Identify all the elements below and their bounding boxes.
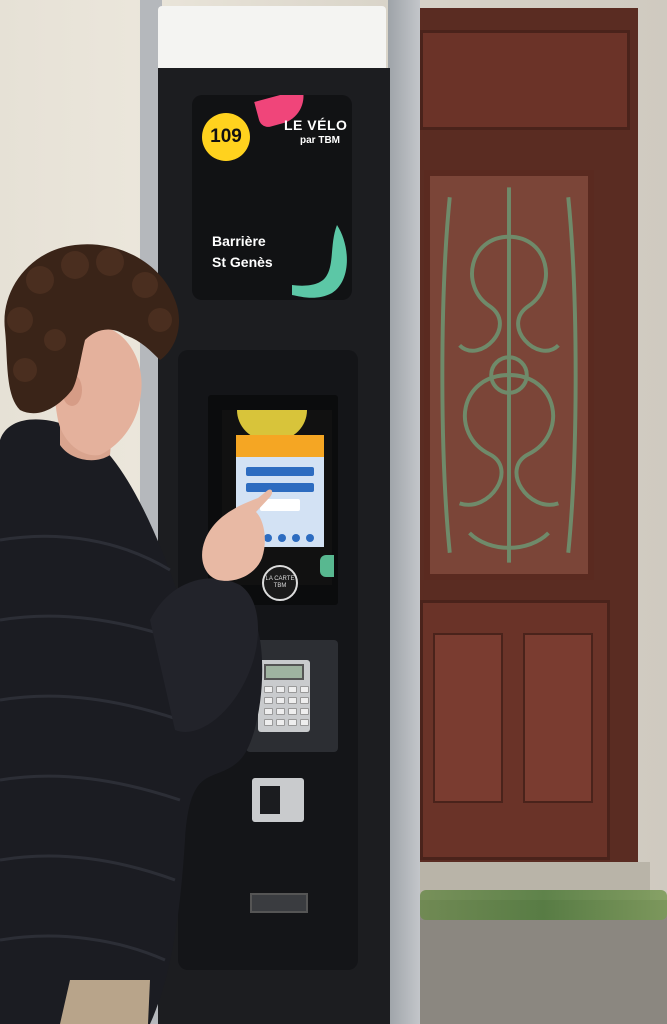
pants	[60, 980, 150, 1024]
teal-screen-accent	[320, 555, 334, 577]
keypad-key[interactable]	[300, 686, 309, 693]
brand-subtitle: par TBM	[300, 135, 340, 146]
grass-strip	[420, 890, 667, 920]
keypad-key[interactable]	[300, 708, 309, 715]
keypad-key[interactable]	[300, 697, 309, 704]
person-using-kiosk	[0, 244, 273, 1024]
door-transom	[420, 30, 630, 130]
teal-accent-shape	[292, 225, 347, 298]
kiosk-top-cap	[158, 6, 386, 70]
iron-grille	[440, 187, 578, 563]
kiosk-edge	[388, 0, 420, 1024]
brand-name: LE VÉLO	[284, 117, 348, 133]
door-panel-right	[523, 633, 593, 803]
hand	[202, 489, 273, 581]
station-number-badge: 109	[202, 113, 250, 161]
door-panel-left	[433, 633, 503, 803]
screen-option-icon[interactable]	[306, 534, 314, 542]
door-lower-section	[420, 600, 610, 860]
puffer-jacket	[0, 419, 263, 1024]
keypad-key[interactable]	[300, 719, 309, 726]
screen-option-icon[interactable]	[292, 534, 300, 542]
door-glass-panel	[424, 170, 594, 580]
